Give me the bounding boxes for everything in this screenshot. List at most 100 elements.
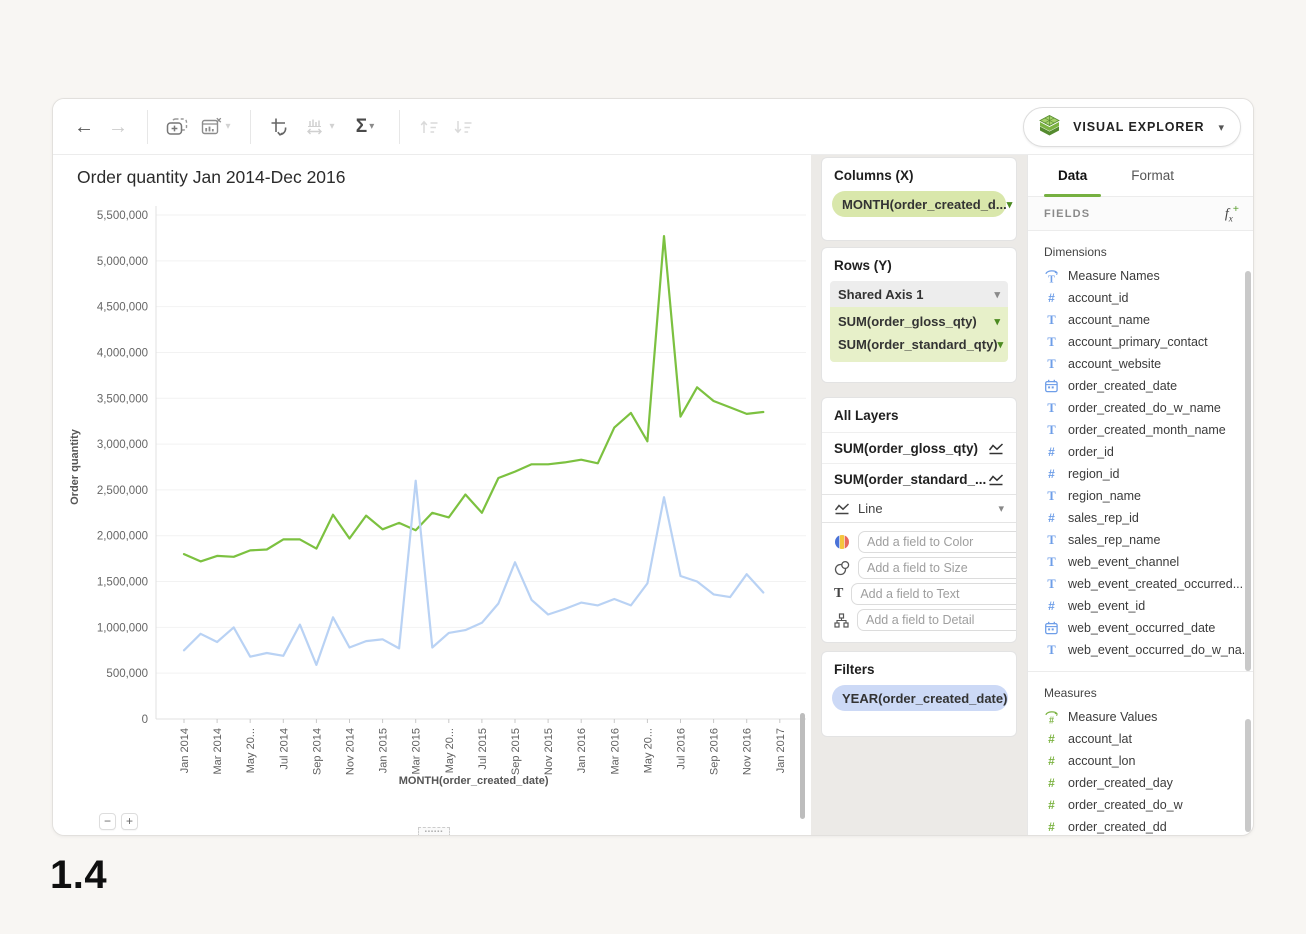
clear-sheet-button[interactable]: ▾	[194, 110, 238, 144]
text-icon: T	[1044, 643, 1059, 658]
sort-ascending-icon	[418, 118, 440, 136]
svg-text:Jan 2017: Jan 2017	[775, 728, 787, 773]
chart-pane: Order quantity Jan 2014-Dec 2016 0500,00…	[53, 155, 811, 836]
detail-drop-input[interactable]	[857, 609, 1017, 631]
shared-axis-pill[interactable]: Shared Axis 1 ▾	[830, 281, 1008, 307]
filter-field-pill[interactable]: YEAR(order_created_date) ▾	[832, 685, 1008, 711]
field-item-label: sales_rep_name	[1068, 533, 1160, 547]
add-calculated-field-button[interactable]: fx+	[1225, 203, 1239, 223]
field-item-label: Measure Values	[1068, 710, 1157, 724]
field-item[interactable]: Tregion_name	[1028, 485, 1254, 507]
field-item[interactable]: #order_created_dd	[1028, 816, 1254, 836]
text-icon: T	[1044, 489, 1059, 504]
svg-text:Sep 2014: Sep 2014	[311, 728, 323, 775]
mark-type-select[interactable]: Line ▾	[822, 494, 1016, 523]
fit-width-button[interactable]: ▾	[297, 110, 343, 144]
text-icon: T	[1044, 577, 1059, 592]
undo-button[interactable]: ←	[67, 110, 101, 144]
tab-format[interactable]: Format	[1131, 155, 1174, 197]
number-icon: #	[1044, 291, 1059, 305]
field-item[interactable]: Tweb_event_channel	[1028, 551, 1254, 573]
svg-text:2,500,000: 2,500,000	[97, 485, 148, 497]
text-icon: T	[1044, 401, 1059, 416]
rows-field-pill[interactable]: SUM(order_standard_qty) ▾	[830, 333, 1008, 356]
field-item[interactable]: #account_lon	[1028, 750, 1254, 772]
field-item[interactable]: Torder_created_do_w_name	[1028, 397, 1254, 419]
measures-list: #Measure Values#account_lat#account_lon#…	[1028, 706, 1254, 836]
layer-item[interactable]: SUM(order_gloss_qty)	[822, 432, 1016, 463]
field-item[interactable]: Tweb_event_occurred_do_w_na...	[1028, 639, 1254, 661]
field-item[interactable]: #web_event_id	[1028, 595, 1254, 617]
sort-descending-icon	[452, 118, 474, 136]
field-item[interactable]: Torder_created_month_name	[1028, 419, 1254, 441]
dimensions-scrollbar[interactable]	[1245, 271, 1251, 671]
field-item[interactable]: #order_created_day	[1028, 772, 1254, 794]
field-item-label: region_id	[1068, 467, 1119, 481]
number-icon: #	[1044, 798, 1059, 812]
zoom-out-button[interactable]: −	[99, 813, 116, 830]
field-item[interactable]: Taccount_primary_contact	[1028, 331, 1254, 353]
svg-text:2,000,000: 2,000,000	[97, 531, 148, 543]
field-item[interactable]: Tweb_event_created_occurred...	[1028, 573, 1254, 595]
field-item[interactable]: #sales_rep_id	[1028, 507, 1254, 529]
field-item-label: web_event_channel	[1068, 555, 1179, 569]
aggregate-button[interactable]: Σ ▾	[343, 110, 387, 144]
columns-field-pill[interactable]: MONTH(order_created_d... ▾	[832, 191, 1006, 217]
svg-text:May 20...: May 20...	[642, 728, 654, 773]
chart-plot[interactable]: 0500,0001,000,0001,500,0002,000,0002,500…	[61, 196, 811, 796]
rows-field-pill[interactable]: SUM(order_gloss_qty) ▾	[830, 310, 1008, 333]
visual-explorer-menu-button[interactable]: VISUAL EXPLORER ▾	[1023, 107, 1241, 147]
color-drop-input[interactable]	[858, 531, 1017, 553]
field-item-label: account_website	[1068, 357, 1161, 371]
sort-descending-button[interactable]	[446, 110, 480, 144]
line-mark-icon	[988, 473, 1004, 486]
text-icon: T	[834, 586, 843, 602]
chevron-down-icon: ▾	[1007, 198, 1013, 211]
field-item-label: web_event_created_occurred...	[1068, 577, 1243, 591]
field-item-label: web_event_occurred_do_w_na...	[1068, 643, 1252, 657]
field-item[interactable]: #order_created_do_w	[1028, 794, 1254, 816]
detail-icon	[834, 613, 849, 628]
field-item[interactable]: TMeasure Names	[1028, 265, 1254, 287]
toolbar-separator	[147, 110, 148, 144]
field-item[interactable]: #account_lat	[1028, 728, 1254, 750]
layer-item[interactable]: SUM(order_standard_...	[822, 463, 1016, 494]
svg-text:1,000,000: 1,000,000	[97, 622, 148, 634]
size-drop-input[interactable]	[858, 557, 1017, 579]
toolbar-separator	[399, 110, 400, 144]
sort-ascending-button[interactable]	[412, 110, 446, 144]
field-item-label: Measure Names	[1068, 269, 1160, 283]
chart-vertical-scrollbar[interactable]	[800, 713, 805, 819]
field-item[interactable]: Tsales_rep_name	[1028, 529, 1254, 551]
workspace: Order quantity Jan 2014-Dec 2016 0500,00…	[53, 155, 1254, 836]
layers-shelf: All Layers SUM(order_gloss_qty) SUM(orde…	[821, 397, 1017, 643]
swap-axes-button[interactable]	[263, 110, 297, 144]
field-item-label: order_id	[1068, 445, 1114, 459]
field-item[interactable]: #Measure Values	[1028, 706, 1254, 728]
tab-data[interactable]: Data	[1058, 155, 1087, 197]
duplicate-icon	[165, 117, 189, 137]
forward-arrow-icon: →	[108, 117, 128, 137]
visual-explorer-window: ← → ▾	[52, 98, 1254, 836]
field-item[interactable]: #region_id	[1028, 463, 1254, 485]
text-drop-input[interactable]	[851, 583, 1017, 605]
duplicate-sheet-button[interactable]	[160, 110, 194, 144]
field-item[interactable]: order_created_date	[1028, 375, 1254, 397]
svg-text:4,000,000: 4,000,000	[97, 347, 148, 359]
pane-resize-handle[interactable]: ▪▪▪▪▪▪	[418, 827, 450, 836]
chevron-down-icon: ▾	[998, 502, 1004, 515]
field-item[interactable]: #order_id	[1028, 441, 1254, 463]
field-item[interactable]: Taccount_website	[1028, 353, 1254, 375]
redo-button[interactable]: →	[101, 110, 135, 144]
svg-text:3,500,000: 3,500,000	[97, 393, 148, 405]
zoom-in-button[interactable]: +	[121, 813, 138, 830]
field-item[interactable]: #account_id	[1028, 287, 1254, 309]
field-item-label: web_event_id	[1068, 599, 1145, 613]
chevron-down-icon: ▾	[998, 338, 1004, 351]
svg-text:Jan 2015: Jan 2015	[378, 728, 390, 773]
field-item[interactable]: web_event_occurred_date	[1028, 617, 1254, 639]
field-item-label: order_created_do_w_name	[1068, 401, 1221, 415]
dimensions-list: TMeasure Names#account_idTaccount_nameTa…	[1028, 265, 1254, 661]
measures-scrollbar[interactable]	[1245, 719, 1251, 832]
field-item[interactable]: Taccount_name	[1028, 309, 1254, 331]
